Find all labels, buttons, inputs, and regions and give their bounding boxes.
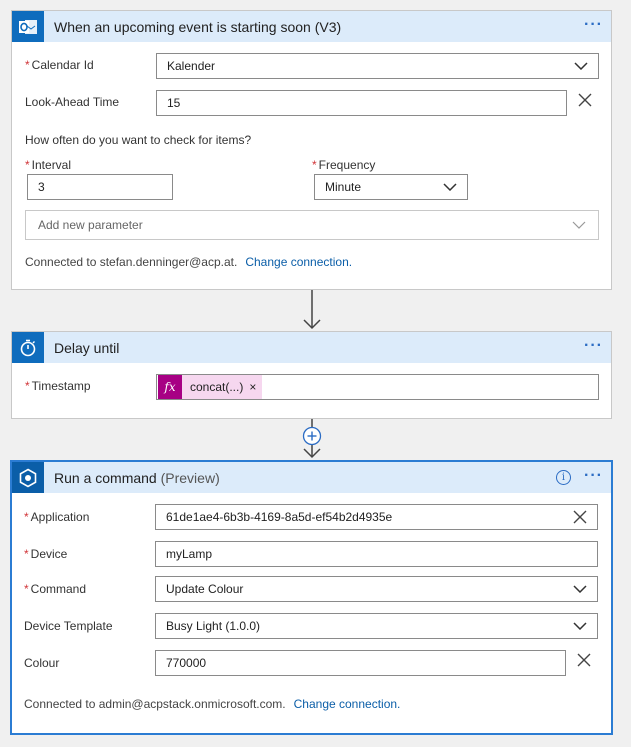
- calendar-id-dropdown[interactable]: Kalender: [156, 53, 599, 79]
- interval-label: * Interval: [25, 158, 72, 172]
- command-title: Run a command (Preview): [54, 469, 220, 486]
- device-label: * Device: [24, 547, 68, 561]
- device-input[interactable]: myLamp: [155, 541, 598, 567]
- frequency-dropdown[interactable]: Minute: [314, 174, 468, 200]
- trigger-header[interactable]: When an upcoming event is starting soon …: [12, 11, 611, 42]
- trigger-title: When an upcoming event is starting soon …: [54, 18, 342, 35]
- application-input[interactable]: 61de1ae4-6b3b-4169-8a5d-ef54b2d4935e: [155, 504, 598, 530]
- token-label: concat(...): [190, 380, 244, 394]
- device-template-dropdown[interactable]: Busy Light (1.0.0): [155, 613, 598, 639]
- application-label: * Application: [24, 510, 90, 524]
- lookahead-label: Look-Ahead Time: [25, 95, 120, 109]
- command-card: Run a command (Preview) i ··· * Applicati…: [10, 460, 613, 735]
- check-frequency-question: How often do you want to check for items…: [25, 133, 252, 147]
- token-remove-icon[interactable]: ×: [249, 380, 262, 394]
- add-new-parameter-dropdown[interactable]: Add new parameter: [25, 210, 599, 240]
- interval-input[interactable]: 3: [27, 174, 173, 200]
- stopwatch-icon: [12, 332, 44, 363]
- chevron-down-icon: [573, 622, 587, 630]
- command-connection-info: Connected to admin@acpstack.onmicrosoft.…: [24, 697, 401, 711]
- lookahead-clear-icon[interactable]: [577, 92, 593, 108]
- timestamp-input[interactable]: fx concat(...) ×: [156, 374, 599, 400]
- colour-label: Colour: [24, 656, 60, 670]
- device-template-label: Device Template: [24, 619, 113, 633]
- outlook-icon: [12, 11, 44, 42]
- trigger-connection-info: Connected to stefan.denninger@acp.at. Cha…: [25, 255, 353, 269]
- clear-icon[interactable]: [573, 510, 587, 524]
- command-change-connection-link[interactable]: Change connection.: [294, 697, 401, 711]
- delay-header[interactable]: Delay until ···: [12, 332, 611, 363]
- chevron-down-icon: [573, 585, 587, 593]
- colour-input[interactable]: 770000: [155, 650, 566, 676]
- colour-clear-icon[interactable]: [576, 652, 592, 668]
- command-dropdown[interactable]: Update Colour: [155, 576, 598, 602]
- chevron-down-icon: [572, 221, 586, 229]
- frequency-label: * Frequency: [312, 158, 376, 172]
- iot-central-icon: [12, 462, 44, 493]
- flow-arrow-icon: [303, 290, 321, 330]
- command-header[interactable]: Run a command (Preview) i ···: [12, 462, 611, 493]
- command-more-button[interactable]: ···: [584, 468, 603, 484]
- info-icon[interactable]: i: [556, 470, 571, 485]
- trigger-card: When an upcoming event is starting soon …: [11, 10, 612, 290]
- timestamp-label: * Timestamp: [25, 379, 91, 393]
- function-icon: fx: [158, 375, 182, 399]
- lookahead-input[interactable]: 15: [156, 90, 567, 116]
- chevron-down-icon: [443, 183, 457, 191]
- chevron-down-icon: [574, 62, 588, 70]
- delay-more-button[interactable]: ···: [584, 338, 603, 354]
- trigger-change-connection-link[interactable]: Change connection.: [245, 255, 352, 269]
- delay-card: Delay until ··· * Timestamp fx concat(...…: [11, 331, 612, 419]
- delay-title: Delay until: [54, 339, 120, 356]
- command-label: * Command: [24, 582, 87, 596]
- trigger-more-button[interactable]: ···: [584, 17, 603, 33]
- add-step-plus-icon[interactable]: [302, 426, 322, 446]
- expression-token[interactable]: fx concat(...) ×: [158, 375, 263, 399]
- calendar-id-label: * Calendar Id: [25, 58, 94, 72]
